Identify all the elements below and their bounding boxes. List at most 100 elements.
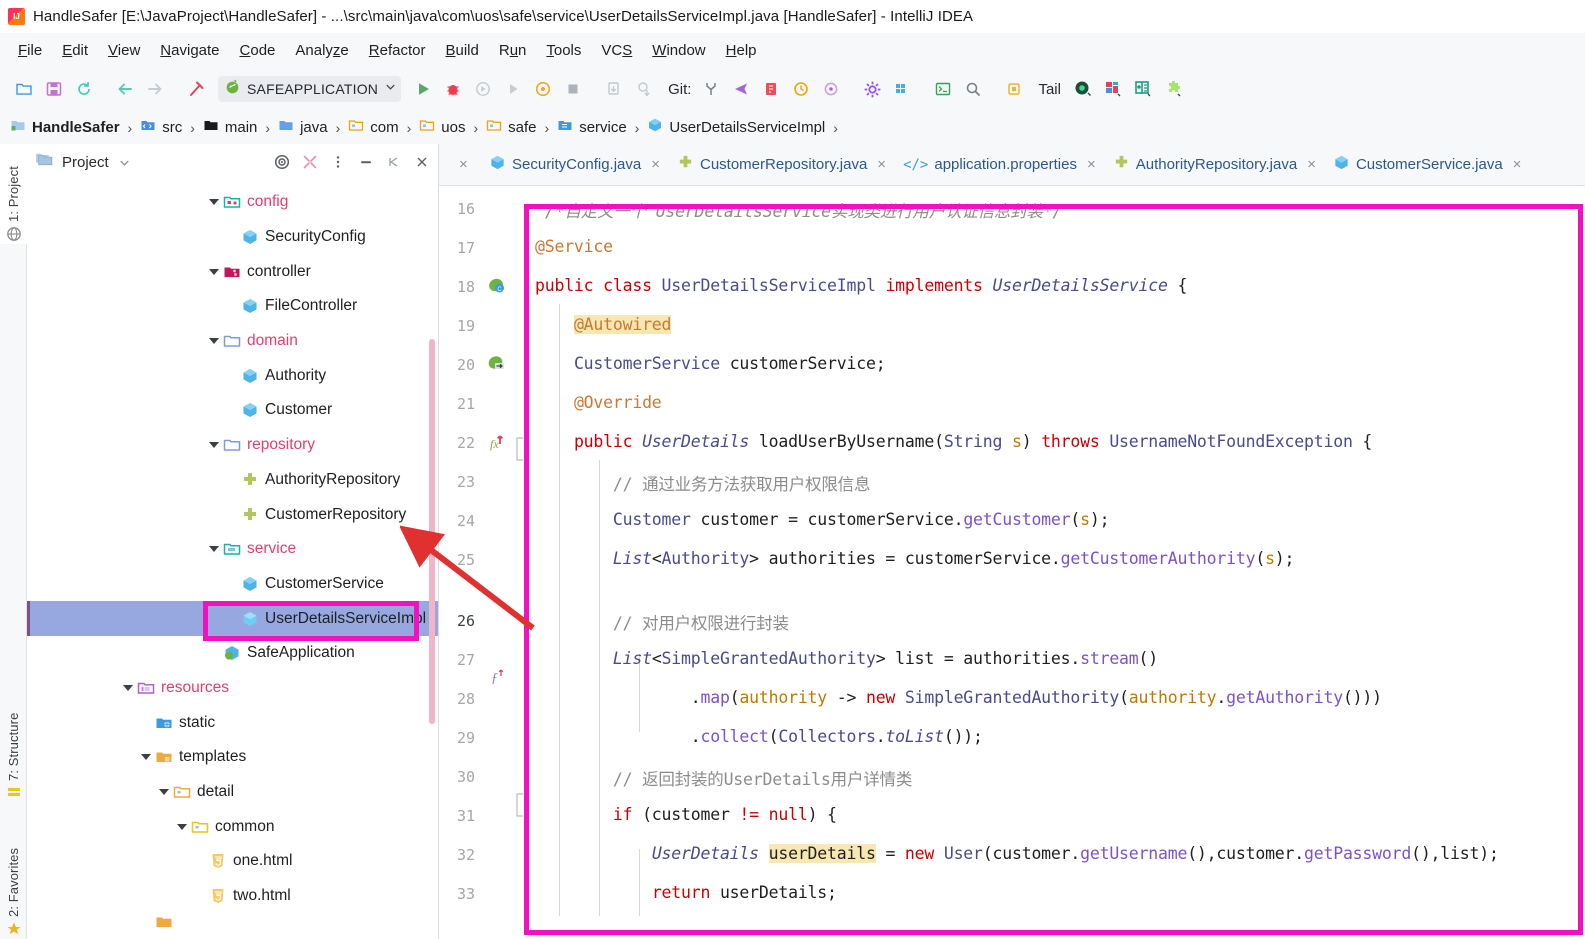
chevron-down-icon[interactable] xyxy=(205,442,223,448)
menu-vcs[interactable]: VCS xyxy=(591,40,642,61)
shrink-icon[interactable] xyxy=(382,150,406,174)
profile-run-icon[interactable] xyxy=(499,75,527,103)
menu-file[interactable]: File xyxy=(8,40,52,61)
breadcrumb-item-java[interactable]: java xyxy=(278,117,328,138)
run-icon[interactable] xyxy=(409,75,437,103)
tree-row[interactable]: detail xyxy=(27,775,438,810)
overriding-method-icon[interactable]: fx xyxy=(487,432,507,452)
tree-row[interactable]: SafeApplication xyxy=(27,636,438,671)
branch-icon[interactable] xyxy=(697,75,725,103)
code-text-area[interactable]: /*自定义一个 UserDetailsService实现类进行用户认证信息封装*… xyxy=(531,186,1585,939)
chevron-down-icon[interactable] xyxy=(173,824,191,830)
history-icon[interactable] xyxy=(787,75,815,103)
green-dot-icon[interactable] xyxy=(1069,75,1097,103)
tab-application-properties[interactable]: </> application.properties × xyxy=(893,144,1103,186)
chevron-down-icon[interactable] xyxy=(205,199,223,205)
sidebar-item-favorites[interactable]: 2: Favorites xyxy=(6,823,21,917)
close-icon[interactable]: × xyxy=(1087,156,1096,173)
ide-scripting-icon[interactable] xyxy=(1000,75,1028,103)
tree-row[interactable] xyxy=(27,913,438,931)
menu-code[interactable]: Code xyxy=(230,40,286,61)
settings-gear-icon[interactable] xyxy=(858,75,886,103)
tree-row[interactable]: static xyxy=(27,705,438,740)
database-icon[interactable] xyxy=(1099,75,1127,103)
breadcrumb-item-safe[interactable]: safe xyxy=(486,117,536,138)
save-all-icon[interactable] xyxy=(40,75,68,103)
chevron-down-icon[interactable] xyxy=(119,685,137,691)
options-menu-icon[interactable] xyxy=(326,150,350,174)
menu-edit[interactable]: Edit xyxy=(52,40,98,61)
tree-row[interactable]: config xyxy=(27,185,438,220)
tab-customerrepository-java[interactable]: CustomerRepository.java × xyxy=(667,144,893,186)
tab-authorityrepository-java[interactable]: AuthorityRepository.java × xyxy=(1103,144,1323,186)
breadcrumb-item-com[interactable]: com xyxy=(348,117,398,138)
fold-region-icon[interactable] xyxy=(513,436,533,456)
run-dashboard-icon[interactable] xyxy=(529,75,557,103)
tab-securityconfig-java[interactable]: SecurityConfig.java × xyxy=(479,144,667,186)
run-configuration-selector[interactable]: SAFEAPPLICATION xyxy=(218,76,401,102)
spring-bean-class-icon[interactable]: C xyxy=(487,276,507,296)
terminal-icon[interactable] xyxy=(929,75,957,103)
build-hammer-icon[interactable] xyxy=(182,75,210,103)
structure-icon[interactable] xyxy=(6,785,22,801)
attach-debugger-icon[interactable] xyxy=(630,75,658,103)
diagram-icon[interactable] xyxy=(1129,75,1157,103)
close-icon[interactable]: × xyxy=(459,156,468,173)
tab-partial-left[interactable]: × xyxy=(439,144,479,186)
stop-icon[interactable] xyxy=(559,75,587,103)
tree-row[interactable]: CustomerService xyxy=(27,567,438,602)
tree-row[interactable]: one.html xyxy=(27,844,438,879)
chevron-down-icon[interactable] xyxy=(113,150,137,174)
tree-row[interactable]: SecurityConfig xyxy=(27,220,438,255)
menu-run[interactable]: Run xyxy=(489,40,537,61)
tree-row[interactable]: CustomerRepository xyxy=(27,497,438,532)
close-icon[interactable]: × xyxy=(877,156,886,173)
breadcrumb-item-handlesafer[interactable]: HandleSafer xyxy=(10,117,120,138)
tree-row[interactable]: common xyxy=(27,809,438,844)
tree-row[interactable]: service xyxy=(27,532,438,567)
menu-tools[interactable]: Tools xyxy=(536,40,591,61)
back-arrow-icon[interactable] xyxy=(111,75,139,103)
breadcrumb-item-main[interactable]: main xyxy=(203,117,258,138)
breadcrumb-item-uos[interactable]: uos xyxy=(419,117,465,138)
spring-autowired-icon[interactable] xyxy=(487,354,507,374)
structure-globe-icon[interactable] xyxy=(6,226,22,242)
update-app-icon[interactable] xyxy=(600,75,628,103)
breadcrumb-item-service[interactable]: service xyxy=(557,117,627,138)
tree-row-selected-userdetailsserviceimpl[interactable]: UserDetailsServiceImpl xyxy=(27,601,438,636)
menu-build[interactable]: Build xyxy=(435,40,488,61)
breadcrumb-item-src[interactable]: src xyxy=(140,117,182,138)
revert-icon[interactable] xyxy=(817,75,845,103)
collapse-all-icon[interactable] xyxy=(298,150,322,174)
tree-row[interactable]: Customer xyxy=(27,393,438,428)
chevron-down-icon[interactable] xyxy=(205,269,223,275)
close-icon[interactable] xyxy=(410,150,434,174)
tree-row[interactable]: domain xyxy=(27,324,438,359)
tree-row[interactable]: two.html xyxy=(27,879,438,914)
tree-row[interactable]: AuthorityRepository xyxy=(27,463,438,498)
plugin-puzzle-icon[interactable] xyxy=(1159,75,1187,103)
lambda-icon[interactable]: ƒ xyxy=(487,666,507,686)
update-project-icon[interactable] xyxy=(757,75,785,103)
sidebar-item-structure[interactable]: 7: Structure xyxy=(6,689,21,781)
menu-help[interactable]: Help xyxy=(716,40,767,61)
push-icon[interactable] xyxy=(727,75,755,103)
tree-row[interactable]: repository xyxy=(27,428,438,463)
search-everywhere-icon[interactable] xyxy=(959,75,987,103)
tree-row[interactable]: controller xyxy=(27,254,438,289)
tree-row[interactable]: resources xyxy=(27,671,438,706)
hide-minimize-icon[interactable] xyxy=(354,150,378,174)
tree-row[interactable]: FileController xyxy=(27,289,438,324)
chevron-down-icon[interactable] xyxy=(384,80,397,98)
menu-analyze[interactable]: Analyze xyxy=(285,40,358,61)
tree-row[interactable]: Authority xyxy=(27,358,438,393)
project-panel-scrollbar[interactable] xyxy=(429,339,435,724)
breadcrumb-item-userdetailsserviceimpl[interactable]: UserDetailsServiceImpl xyxy=(647,117,825,138)
tree-row[interactable]: templates xyxy=(27,740,438,775)
project-structure-icon[interactable] xyxy=(888,75,916,103)
menu-view[interactable]: View xyxy=(98,40,150,61)
forward-arrow-icon[interactable] xyxy=(141,75,169,103)
menu-window[interactable]: Window xyxy=(642,40,715,61)
code-editor[interactable]: 16 17 18 19 20 21 22 23 24 25 26 27 28 2… xyxy=(439,186,1585,939)
locate-target-icon[interactable] xyxy=(270,150,294,174)
